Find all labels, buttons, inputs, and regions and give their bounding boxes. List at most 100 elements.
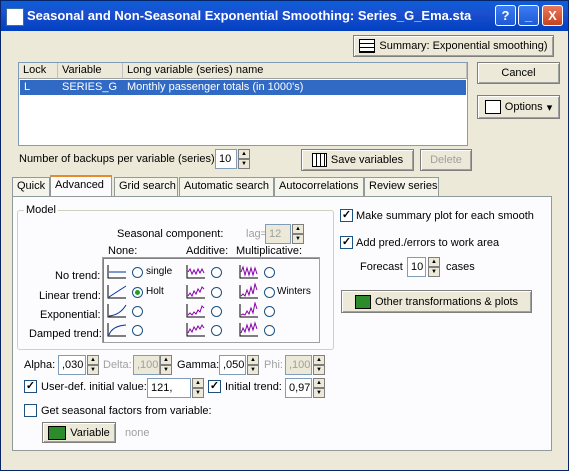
radio-additive-no-trend[interactable] bbox=[211, 267, 222, 278]
exponential-multiplicative-icon bbox=[239, 302, 258, 318]
close-button[interactable]: X bbox=[542, 5, 563, 26]
save-icon bbox=[311, 153, 327, 167]
delta-stepper[interactable]: ▲ ▼ bbox=[160, 355, 172, 375]
column-additive: Additive: bbox=[186, 245, 229, 257]
exponential-none-icon bbox=[107, 304, 127, 318]
backups-stepper[interactable]: ▲ ▼ bbox=[238, 149, 250, 169]
no-trend-none-icon bbox=[107, 265, 126, 279]
options-button-label: Options bbox=[504, 101, 543, 113]
forecast-unit: cases bbox=[446, 261, 475, 273]
radio-none-damped[interactable] bbox=[132, 325, 143, 336]
alpha-field[interactable]: ,030 bbox=[58, 355, 86, 375]
gamma-label: Gamma: bbox=[177, 359, 220, 371]
backups-label: Number of backups per variable (series): bbox=[19, 153, 218, 165]
phi-label: Phi: bbox=[264, 359, 283, 371]
help-button[interactable]: ? bbox=[495, 5, 516, 26]
no-trend-additive-icon bbox=[186, 265, 205, 279]
user-def-field[interactable]: 121, bbox=[147, 378, 191, 398]
tab-grid-search[interactable]: Grid search bbox=[114, 177, 178, 196]
row-label-no-trend: No trend: bbox=[55, 270, 101, 282]
column-header-long-name[interactable]: Long variable (series) name bbox=[123, 63, 467, 79]
winters-label: Winters bbox=[277, 286, 311, 297]
user-def-stepper[interactable]: ▲ ▼ bbox=[192, 378, 204, 398]
radio-multiplicative-exponential[interactable] bbox=[264, 306, 275, 317]
lag-field[interactable]: 12 bbox=[265, 224, 291, 244]
row-long-name: Monthly passenger totals (in 1000's) bbox=[127, 81, 304, 93]
radio-winters[interactable] bbox=[264, 287, 275, 298]
damped-multiplicative-icon bbox=[239, 321, 258, 337]
forecast-stepper[interactable]: ▲ ▼ bbox=[428, 257, 440, 277]
radio-none-no-trend[interactable] bbox=[132, 267, 143, 278]
variable-button-label: Variable bbox=[70, 426, 110, 439]
backups-field[interactable]: 10 bbox=[215, 149, 237, 169]
variable-value: none bbox=[125, 427, 150, 439]
tab-advanced[interactable]: Advanced bbox=[50, 175, 112, 197]
summary-button-label: Summary: Exponential smoothing) bbox=[379, 40, 548, 52]
summary-plot-checkbox[interactable]: ✓ bbox=[340, 209, 353, 222]
forecast-field[interactable]: 10 bbox=[407, 257, 426, 277]
title-bar: Seasonal and Non-Seasonal Exponential Sm… bbox=[1, 1, 568, 31]
options-icon bbox=[484, 100, 501, 114]
radio-additive-damped[interactable] bbox=[211, 325, 222, 336]
radio-additive-exponential[interactable] bbox=[211, 306, 222, 317]
other-transformations-label: Other transformations & plots bbox=[374, 295, 519, 308]
delta-field[interactable]: ,100 bbox=[133, 355, 160, 375]
alpha-stepper[interactable]: ▲ ▼ bbox=[87, 355, 99, 375]
linear-trend-multiplicative-icon bbox=[239, 283, 258, 299]
app-icon bbox=[6, 8, 24, 26]
linear-trend-none-icon bbox=[107, 285, 127, 299]
cancel-button[interactable]: Cancel bbox=[477, 62, 560, 84]
user-def-label: User-def. initial value: bbox=[41, 381, 147, 393]
radio-multiplicative-no-trend[interactable] bbox=[264, 267, 275, 278]
initial-trend-checkbox[interactable]: ✓ bbox=[208, 380, 221, 393]
initial-trend-label: Initial trend: bbox=[225, 381, 282, 393]
initial-trend-field[interactable]: 0,97 bbox=[285, 378, 312, 398]
gamma-stepper[interactable]: ▲ ▼ bbox=[247, 355, 259, 375]
other-transformations-button[interactable]: Other transformations & plots bbox=[341, 290, 532, 313]
radio-multiplicative-damped[interactable] bbox=[264, 325, 275, 336]
summary-plot-label: Make summary plot for each smooth bbox=[356, 210, 534, 222]
seasonal-factors-checkbox[interactable] bbox=[24, 404, 37, 417]
summary-button[interactable]: Summary: Exponential smoothing) bbox=[353, 35, 554, 57]
minimize-button[interactable]: _ bbox=[518, 5, 539, 26]
variable-list[interactable]: Lock Variable Long variable (series) nam… bbox=[18, 62, 468, 146]
phi-field[interactable]: ,100 bbox=[285, 355, 312, 375]
options-button[interactable]: Options ▾ bbox=[477, 95, 560, 119]
seasonal-component-label: Seasonal component: bbox=[117, 228, 224, 240]
model-group-label: Model bbox=[24, 204, 58, 216]
column-header-variable[interactable]: Variable bbox=[58, 63, 123, 79]
radio-holt[interactable] bbox=[132, 287, 143, 298]
variable-icon bbox=[48, 425, 67, 440]
tab-quick[interactable]: Quick bbox=[12, 177, 50, 196]
column-multiplicative: Multiplicative: bbox=[236, 245, 303, 257]
window-title: Seasonal and Non-Seasonal Exponential Sm… bbox=[27, 8, 472, 23]
exponential-additive-icon bbox=[186, 304, 205, 318]
initial-trend-stepper[interactable]: ▲ ▼ bbox=[313, 378, 325, 398]
gamma-field[interactable]: ,050 bbox=[219, 355, 246, 375]
tab-review-series[interactable]: Review series bbox=[364, 177, 439, 196]
phi-stepper[interactable]: ▲ ▼ bbox=[313, 355, 325, 375]
list-item[interactable]: L SERIES_G Monthly passenger totals (in … bbox=[20, 80, 466, 95]
variable-button[interactable]: Variable bbox=[42, 422, 116, 443]
holt-label: Holt bbox=[146, 286, 164, 297]
save-variables-label: Save variables bbox=[330, 154, 404, 166]
radio-none-exponential[interactable] bbox=[132, 306, 143, 317]
user-def-checkbox[interactable]: ✓ bbox=[24, 380, 37, 393]
row-label-damped-trend: Damped trend: bbox=[29, 328, 102, 340]
save-variables-button[interactable]: Save variables bbox=[301, 149, 414, 171]
column-header-lock[interactable]: Lock bbox=[19, 63, 58, 79]
linear-trend-additive-icon bbox=[186, 285, 205, 299]
transform-icon bbox=[354, 294, 371, 309]
add-pred-checkbox[interactable]: ✓ bbox=[340, 236, 353, 249]
tab-automatic-search[interactable]: Automatic search bbox=[179, 177, 274, 196]
seasonal-factors-label: Get seasonal factors from variable: bbox=[41, 405, 212, 417]
no-trend-multiplicative-icon bbox=[239, 265, 258, 279]
add-pred-label: Add pred./errors to work area bbox=[356, 237, 500, 249]
radio-additive-linear[interactable] bbox=[211, 287, 222, 298]
delta-label: Delta: bbox=[103, 359, 132, 371]
tab-autocorrelations[interactable]: Autocorrelations bbox=[274, 177, 364, 196]
row-lock: L bbox=[24, 81, 31, 93]
row-label-exponential: Exponential: bbox=[40, 309, 101, 321]
delete-button[interactable]: Delete bbox=[420, 149, 472, 171]
lag-stepper[interactable]: ▲ ▼ bbox=[292, 224, 304, 244]
